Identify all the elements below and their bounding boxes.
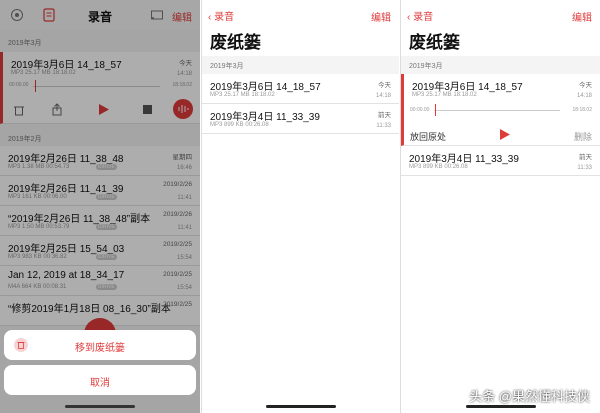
list-item[interactable]: 2019年3月4日 11_33_39 MP3 899 KB 00:26.08 前…	[401, 146, 600, 176]
back-label: 录音	[413, 12, 434, 23]
memo-meta: MP3 25.17 MB 18:18.02	[210, 92, 275, 98]
play-icon[interactable]	[499, 129, 510, 140]
section-header: 2019年3月	[210, 63, 244, 70]
back-button[interactable]: ‹ 录音	[407, 8, 433, 23]
edit-button[interactable]: 编辑	[572, 9, 592, 24]
memo-date: 今天	[378, 82, 391, 89]
back-button[interactable]: ‹ 录音	[208, 8, 234, 23]
scrubber-track[interactable]	[434, 110, 560, 111]
page-title: 废纸篓	[409, 33, 460, 52]
section-header: 2019年3月	[409, 63, 443, 70]
watermark: 头条 @果然懂科技侠	[469, 389, 590, 404]
memo-date: 今天	[579, 82, 592, 89]
memo-time: 11:33	[376, 123, 391, 129]
remaining-time: 18:18.02	[572, 107, 592, 113]
delete-button[interactable]: 删除	[574, 130, 592, 143]
elapsed-time: 00:00.00	[410, 107, 430, 113]
memo-time: 14:18	[576, 93, 592, 99]
selected-memo[interactable]: 2019年3月6日 14_18_57 MP3 25.17 MB 18:18.02…	[401, 74, 600, 146]
memo-time: 11:33	[577, 165, 592, 171]
voice-memos-panel: 录音 编辑 2019年3月 2019年3月6日 14_18_57 MP3 25.…	[0, 0, 200, 413]
list-item[interactable]: 2019年3月6日 14_18_57 MP3 25.17 MB 18:18.02 今…	[202, 74, 399, 104]
memo-meta: MP3 899 KB 00:26.08	[210, 122, 269, 128]
move-to-trash-label: 移到废纸篓	[75, 343, 125, 354]
memo-title: 2019年3月6日 14_18_57	[412, 82, 523, 93]
memo-time: 14:18	[375, 93, 391, 99]
edit-button[interactable]: 编辑	[371, 9, 391, 24]
home-indicator	[465, 405, 536, 408]
move-to-trash-sheet-item[interactable]: 移到废纸篓	[4, 330, 196, 360]
memo-date: 前天	[579, 154, 592, 161]
trash-panel: ‹ 录音 编辑 废纸篓 2019年3月 2019年3月6日 14_18_57 MP…	[201, 0, 399, 413]
cancel-button[interactable]: 取消	[4, 365, 196, 395]
memo-title: 2019年3月4日 11_33_39	[409, 154, 519, 165]
section-bar: 2019年3月	[401, 56, 600, 74]
memo-meta: MP3 25.17 MB 18:18.02	[412, 92, 477, 98]
page-title: 废纸篓	[210, 33, 261, 52]
scrubber-handle[interactable]	[435, 104, 436, 116]
memo-title: 2019年3月4日 11_33_39	[210, 112, 320, 123]
memo-title: 2019年3月6日 14_18_57	[210, 82, 321, 93]
back-label: 录音	[214, 12, 235, 23]
restore-button[interactable]: 放回原处	[410, 130, 446, 143]
memo-date: 前天	[378, 112, 391, 119]
trash-expanded-panel: ‹ 录音 编辑 废纸篓 2019年3月 2019年3月6日 14_18_57 M…	[400, 0, 600, 413]
section-bar: 2019年3月	[202, 56, 399, 74]
list-item[interactable]: 2019年3月4日 11_33_39 MP3 899 KB 00:26.08 前天 1…	[202, 104, 399, 134]
memo-meta: MP3 899 KB 00:26.08	[409, 164, 468, 170]
home-indicator	[265, 405, 336, 408]
home-indicator	[65, 405, 135, 408]
cancel-label: 取消	[90, 378, 110, 389]
